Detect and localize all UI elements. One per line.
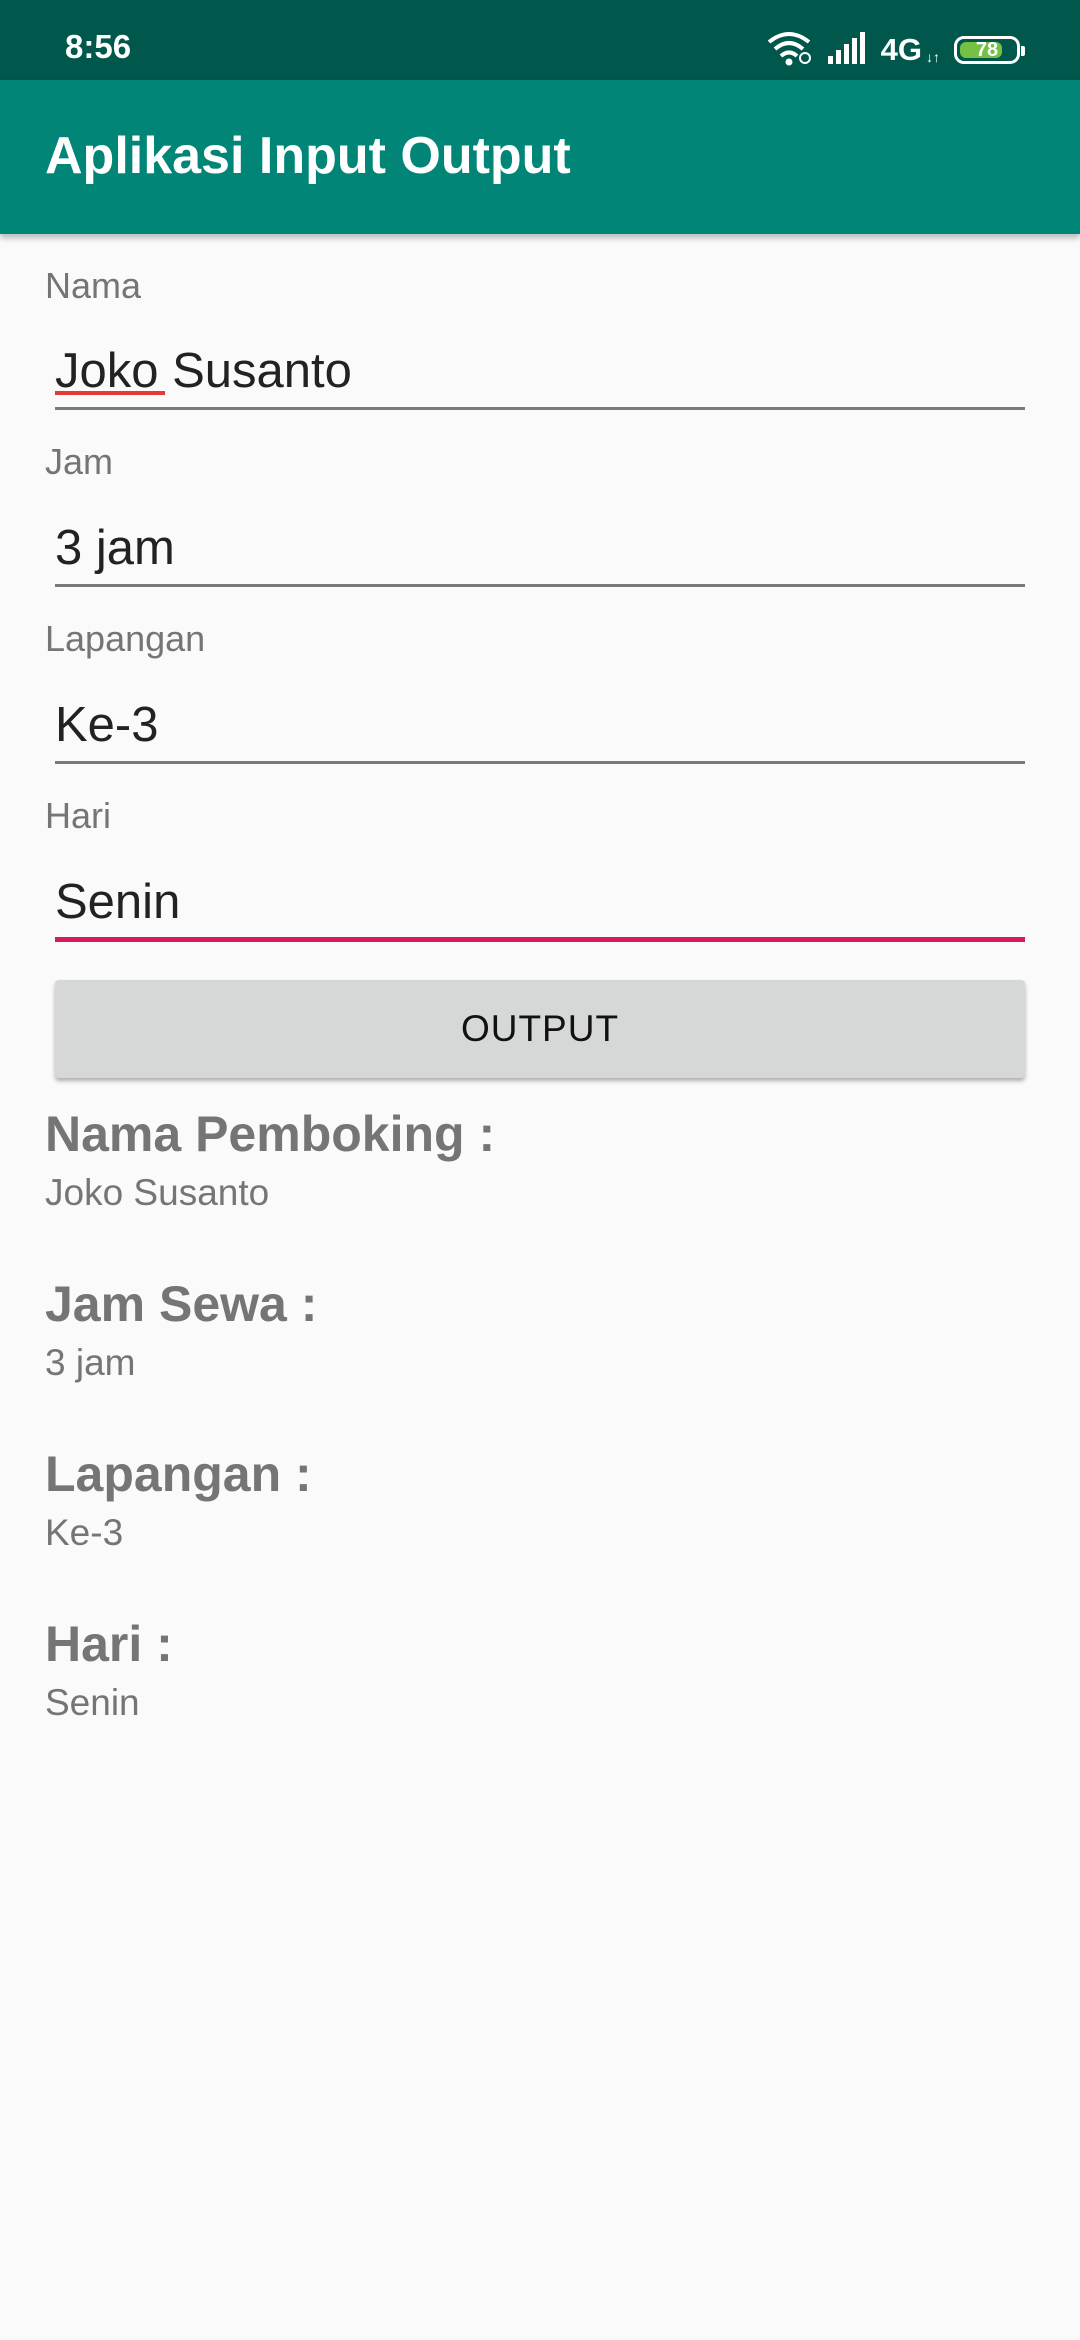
signal-icon bbox=[827, 31, 867, 69]
output-button[interactable]: OUTPUT bbox=[55, 980, 1025, 1078]
jam-input[interactable] bbox=[55, 511, 1025, 587]
output-lapangan-heading: Lapangan : bbox=[45, 1446, 312, 1502]
battery-icon: 78 bbox=[954, 36, 1025, 64]
lapangan-input[interactable] bbox=[55, 688, 1025, 764]
output-jam-value: 3 jam bbox=[45, 1342, 136, 1383]
network-type-label: 4G bbox=[880, 32, 922, 67]
output-jam-heading: Jam Sewa : bbox=[45, 1276, 318, 1332]
output-hari-value: Senin bbox=[45, 1682, 140, 1723]
lapangan-label: Lapangan bbox=[45, 618, 206, 659]
data-activity-icon: ↓↑ bbox=[926, 49, 940, 65]
output-lapangan-value: Ke-3 bbox=[45, 1512, 124, 1553]
jam-label: Jam bbox=[45, 441, 114, 482]
output-nama-heading: Nama Pemboking : bbox=[45, 1106, 496, 1162]
wifi-icon bbox=[765, 30, 813, 71]
status-bar: 8:56 4G ↓↑ 78 bbox=[0, 0, 1080, 80]
hari-label: Hari bbox=[45, 795, 112, 836]
spellcheck-underline bbox=[55, 391, 165, 395]
output-hari-heading: Hari : bbox=[45, 1616, 173, 1672]
battery-percent: 78 bbox=[975, 38, 999, 61]
battery-nub bbox=[1021, 46, 1025, 56]
output-nama-value: Joko Susanto bbox=[45, 1172, 270, 1213]
nama-label: Nama bbox=[45, 265, 142, 306]
hari-input[interactable] bbox=[55, 866, 1025, 942]
status-icons: 4G ↓↑ 78 bbox=[765, 30, 1025, 71]
app-title: Aplikasi Input Output bbox=[45, 127, 571, 185]
nama-input[interactable] bbox=[55, 334, 1025, 410]
status-time: 8:56 bbox=[65, 28, 132, 65]
app-bar: Aplikasi Input Output bbox=[0, 80, 1080, 234]
